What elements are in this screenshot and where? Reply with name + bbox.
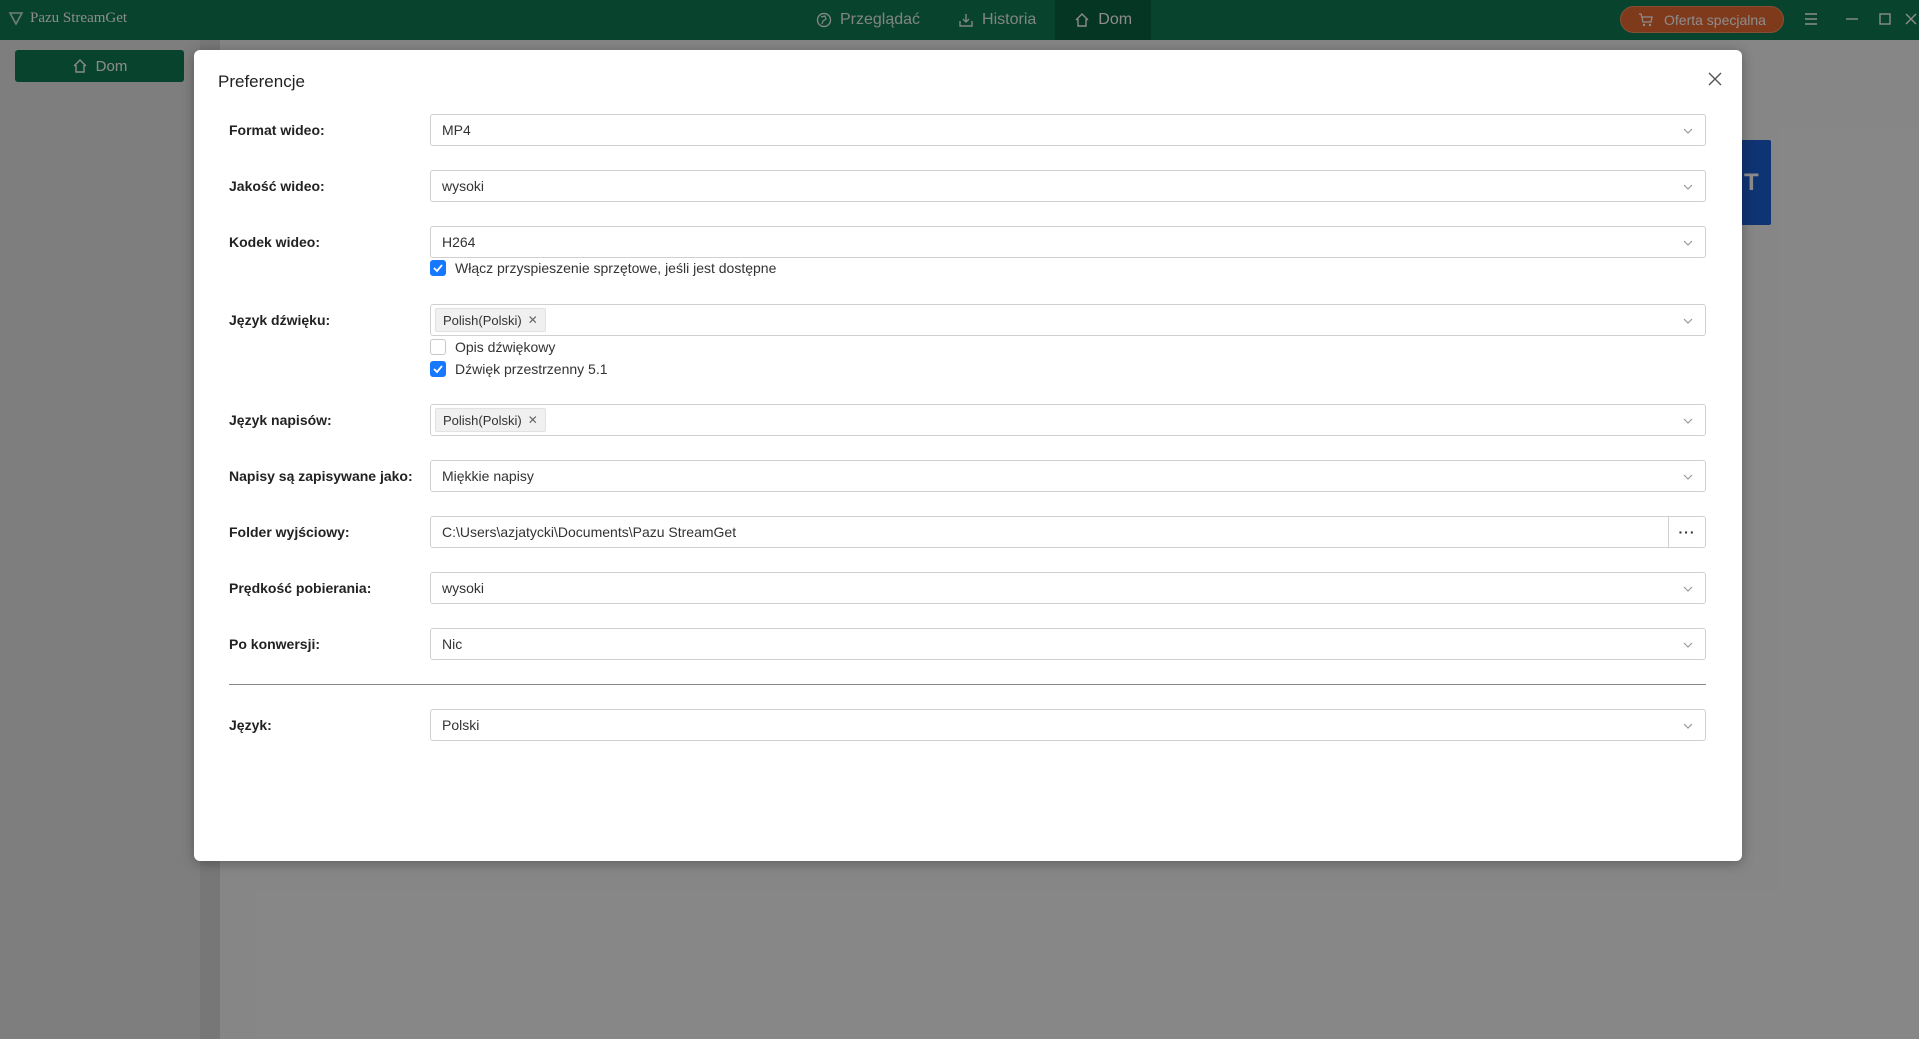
video-codec-select[interactable]: H264: [430, 226, 1706, 258]
download-speed-value: wysoki: [442, 580, 485, 596]
section-divider: [229, 684, 1706, 685]
audio-language-tag-text: Polish(Polski): [443, 312, 522, 328]
surround-sound-label: Dźwięk przestrzenny 5.1: [455, 361, 608, 377]
video-format-value: MP4: [442, 122, 471, 138]
checkbox-unchecked[interactable]: [430, 339, 446, 355]
download-speed-select[interactable]: wysoki: [430, 572, 1706, 604]
hw-accel-label: Włącz przyspieszenie sprzętowe, jeśli je…: [455, 260, 777, 276]
chevron-down-icon: [1683, 418, 1693, 424]
output-folder-label: Folder wyjściowy:: [229, 524, 350, 540]
checkmark-icon: [433, 264, 443, 273]
video-quality-label: Jakość wideo:: [229, 178, 325, 194]
output-folder-value: C:\Users\azjatycki\Documents\Pazu Stream…: [442, 524, 737, 540]
after-conversion-label: Po konwersji:: [229, 636, 321, 652]
hw-accel-checkbox[interactable]: Włącz przyspieszenie sprzętowe, jeśli je…: [430, 260, 776, 276]
tag-remove-icon[interactable]: ✕: [528, 313, 538, 327]
video-format-label: Format wideo:: [229, 122, 325, 138]
language-value: Polski: [442, 717, 480, 733]
chevron-down-icon: [1683, 474, 1693, 480]
chevron-down-icon: [1683, 240, 1693, 246]
browse-folder-button[interactable]: ···: [1668, 517, 1705, 547]
output-folder-input[interactable]: C:\Users\azjatycki\Documents\Pazu Stream…: [430, 516, 1706, 548]
after-conversion-value: Nic: [442, 636, 463, 652]
video-format-select[interactable]: MP4: [430, 114, 1706, 146]
close-icon: [1708, 72, 1722, 86]
subtitle-save-label: Napisy są zapisywane jako:: [229, 468, 413, 484]
chevron-down-icon: [1683, 586, 1693, 592]
subtitle-save-select[interactable]: Miękkie napisy: [430, 460, 1706, 492]
dialog-title: Preferencje: [218, 72, 305, 91]
audio-language-label: Język dźwięku:: [229, 312, 331, 328]
preferences-dialog: Preferencje Format wideo: MP4 Jakość wid…: [194, 50, 1742, 861]
tag-remove-icon[interactable]: ✕: [528, 413, 538, 427]
browse-folder-label: ···: [1678, 524, 1696, 540]
subtitle-language-tag: Polish(Polski) ✕: [435, 408, 546, 432]
checkbox-checked[interactable]: [430, 361, 446, 377]
video-codec-label: Kodek wideo:: [229, 234, 321, 250]
video-codec-value: H264: [442, 234, 476, 250]
checkmark-icon: [433, 365, 443, 374]
subtitle-language-tag-text: Polish(Polski): [443, 412, 522, 428]
language-select[interactable]: Polski: [430, 709, 1706, 741]
subtitle-save-value: Miękkie napisy: [442, 468, 534, 484]
subtitle-language-label: Język napisów:: [229, 412, 332, 428]
chevron-down-icon: [1683, 642, 1693, 648]
audio-description-label: Opis dźwiękowy: [455, 339, 556, 355]
download-speed-label: Prędkość pobierania:: [229, 580, 372, 596]
audio-language-tag: Polish(Polski) ✕: [435, 308, 546, 332]
chevron-down-icon: [1683, 184, 1693, 190]
audio-description-checkbox[interactable]: Opis dźwiękowy: [430, 339, 555, 355]
video-quality-value: wysoki: [442, 178, 485, 194]
surround-sound-checkbox[interactable]: Dźwięk przestrzenny 5.1: [430, 361, 608, 377]
after-conversion-select[interactable]: Nic: [430, 628, 1706, 660]
chevron-down-icon: [1683, 128, 1693, 134]
chevron-down-icon: [1683, 723, 1693, 729]
language-label: Język:: [229, 717, 272, 733]
chevron-down-icon: [1683, 318, 1693, 324]
subtitle-language-select[interactable]: Polish(Polski) ✕: [430, 404, 1706, 436]
video-quality-select[interactable]: wysoki: [430, 170, 1706, 202]
audio-language-select[interactable]: Polish(Polski) ✕: [430, 304, 1706, 336]
dialog-close-button[interactable]: [1704, 68, 1726, 90]
checkbox-checked[interactable]: [430, 260, 446, 276]
